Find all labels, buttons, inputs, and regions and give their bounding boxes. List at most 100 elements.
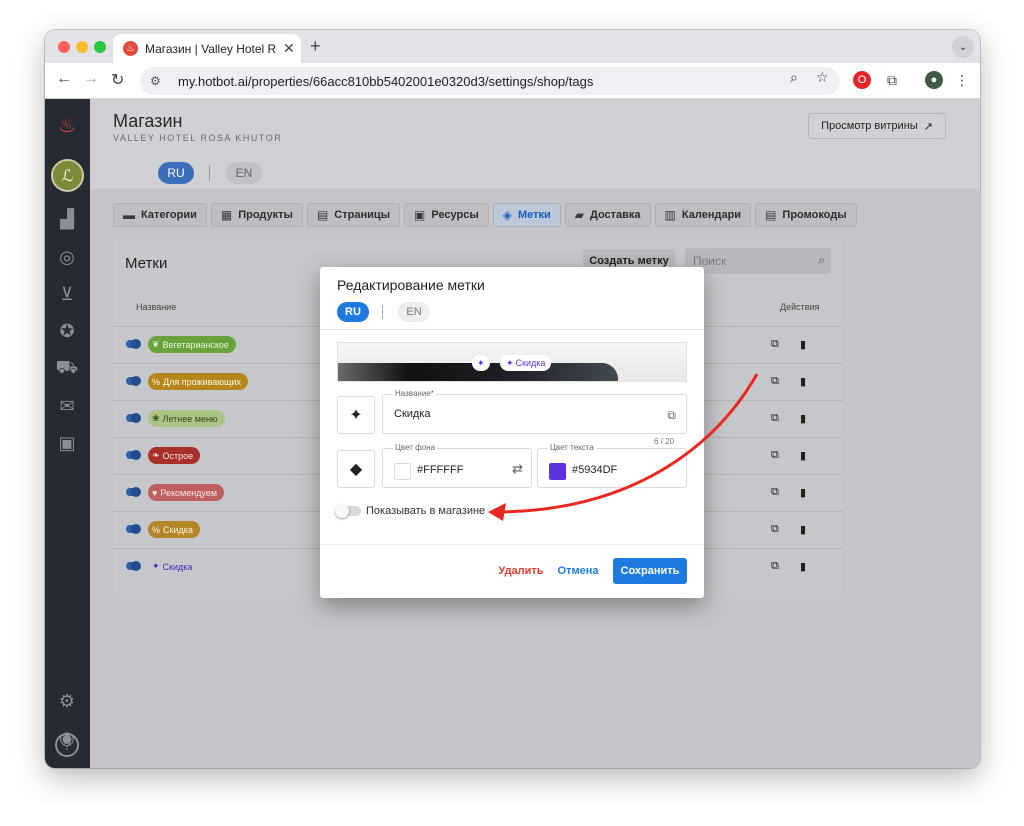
star-box-icon[interactable]: ✪ [55,319,79,343]
tag-label: Для проживающих [163,376,241,387]
preview-icon-bubble: ✦ [472,355,490,371]
inbox-icon[interactable]: ⊻ [55,282,79,306]
tab-categories[interactable]: ▬ Категории [113,203,207,227]
trash-icon[interactable]: ▮ [800,375,806,388]
forward-icon[interactable]: → [83,70,99,88]
visibility-toggle[interactable] [126,561,141,571]
show-in-shop-toggle[interactable] [335,504,361,518]
search-input[interactable]: Поиск ⌕ [685,248,831,274]
page-header: Магазин VALLEY HOTEL ROSA KHUTOR Просмот… [90,99,980,189]
visibility-toggle[interactable] [126,450,141,460]
bg-color-field[interactable]: Цвет фона #FFFFFF ⇄ [382,443,532,488]
tag-preview: ✦ ✦ Скидка [337,342,687,382]
copy-icon[interactable]: ⧉ [771,375,779,388]
bg-color-swatch[interactable] [394,463,411,480]
sparkles-icon: ✦ [477,357,485,368]
site-settings-icon[interactable]: ⚙ [150,74,168,88]
tab-tags[interactable]: ◈ Метки [492,203,561,227]
text-color-swatch[interactable] [549,463,566,480]
preview-tag-label: Скидка [515,358,546,368]
dialog-lang-ru[interactable]: RU [337,302,369,322]
view-showcase-button[interactable]: Просмотр витрины ↗ [808,113,946,139]
text-color-label: Цвет текста [548,443,596,452]
card-title: Метки [125,255,168,272]
reload-icon[interactable]: ↻ [111,70,124,90]
tag-chip: % Для проживающих [148,373,248,390]
translate-icon[interactable]: ⧉ [667,408,676,423]
check-circle-icon[interactable]: ◎ [55,245,79,269]
delete-button[interactable]: Удалить [493,558,549,584]
close-window-button[interactable] [58,41,70,53]
copy-icon[interactable]: ⧉ [771,523,779,536]
tag-icon-picker[interactable]: ✦ [337,396,375,434]
zoom-icon[interactable]: ⌕ [790,69,798,86]
trash-icon[interactable]: ▮ [800,560,806,573]
opera-extension-icon[interactable]: O [853,71,871,89]
mail-icon[interactable]: ✉ [55,394,79,418]
dialog-divider [320,329,704,330]
visibility-toggle[interactable] [126,487,141,497]
save-button[interactable]: Сохранить [613,558,687,584]
back-icon[interactable]: ← [56,70,72,88]
trash-icon[interactable]: ▮ [800,523,806,536]
url-text: my.hotbot.ai/properties/66acc810bb540200… [178,73,594,89]
property-avatar[interactable]: ℒ [51,159,84,192]
copy-icon[interactable]: ⧉ [771,412,779,425]
flame-icon[interactable]: ♨ [55,113,79,137]
analytics-icon[interactable]: ▟ [55,207,79,231]
address-bar[interactable]: ⚙ my.hotbot.ai/properties/66acc810bb5402… [140,67,840,95]
chat-icon[interactable]: ▣ [55,431,79,455]
shop-nav-tabs: ▬ Категории ▦ Продукты ▤ Страницы ▣ Ресурсы … [113,203,857,227]
pages-icon: ▤ [316,208,329,222]
lang-ru-button[interactable]: RU [158,162,194,184]
text-color-field[interactable]: Цвет текста #5934DF [537,443,687,488]
trash-icon[interactable]: ▮ [800,338,806,351]
chevron-down-icon[interactable]: ⌄ [952,36,974,58]
dialog-lang-en[interactable]: EN [398,302,430,322]
profile-avatar[interactable]: ● [925,71,943,89]
color-preset-picker[interactable]: ◆ [337,450,375,488]
trash-icon[interactable]: ▮ [800,486,806,499]
trash-icon[interactable]: ▮ [800,449,806,462]
promo-icon: ▤ [765,208,777,222]
tab-pages[interactable]: ▤ Страницы [306,203,401,227]
copy-icon[interactable]: ⧉ [771,338,779,351]
text-color-value: #5934DF [572,464,618,476]
copy-icon[interactable]: ⧉ [771,449,779,462]
bookmark-star-icon[interactable]: ☆ [816,69,829,86]
tag-chip: ❦ Вегетарианское [148,336,236,353]
tab-calendars[interactable]: ▥ Календари [654,203,752,227]
tab-products[interactable]: ▦ Продукты [210,203,303,227]
sidebar: ♨ ℒ ▟ ◎ ⊻ ✪ ⛟ ✉ ▣ ⚙ ◉ [45,99,90,768]
tab-delivery[interactable]: ▰ Доставка [564,203,651,227]
tab-label: Категории [141,209,197,221]
maximize-window-button[interactable] [94,41,106,53]
cancel-button[interactable]: Отмена [553,558,603,584]
extensions-puzzle-icon[interactable]: ⧉ [883,71,901,89]
help-icon[interactable]: ? [55,733,79,757]
visibility-toggle[interactable] [126,524,141,534]
truck-icon: ▰ [574,208,584,222]
visibility-toggle[interactable] [126,413,141,423]
new-tab-icon[interactable]: + [310,36,321,57]
tag-chip: ♥ Рекомендуем [148,484,225,501]
tag-label: Скидка [162,561,193,572]
minimize-window-button[interactable] [76,41,88,53]
close-tab-icon[interactable]: ✕ [283,40,295,57]
tab-resources[interactable]: ▣ Ресурсы [404,203,489,227]
browser-menu-icon[interactable]: ⋮ [953,71,971,89]
cart-icon[interactable]: ⛟ [55,357,79,381]
visibility-toggle[interactable] [126,339,141,349]
lang-en-button[interactable]: EN [226,162,262,184]
trash-icon[interactable]: ▮ [800,412,806,425]
tab-promocodes[interactable]: ▤ Промокоды [755,203,857,227]
tab-label: Календари [681,209,742,221]
swap-colors-icon[interactable]: ⇄ [512,461,523,477]
copy-icon[interactable]: ⧉ [771,560,779,573]
browser-tab[interactable]: ♨ Магазин | Valley Hotel Rosa Khutor ✕ [113,34,301,63]
copy-icon[interactable]: ⧉ [771,486,779,499]
name-field[interactable]: Название* Скидка ⧉ [382,389,687,434]
gear-icon[interactable]: ⚙ [55,689,79,713]
visibility-toggle[interactable] [126,376,141,386]
name-field-value: Скидка [394,408,431,420]
